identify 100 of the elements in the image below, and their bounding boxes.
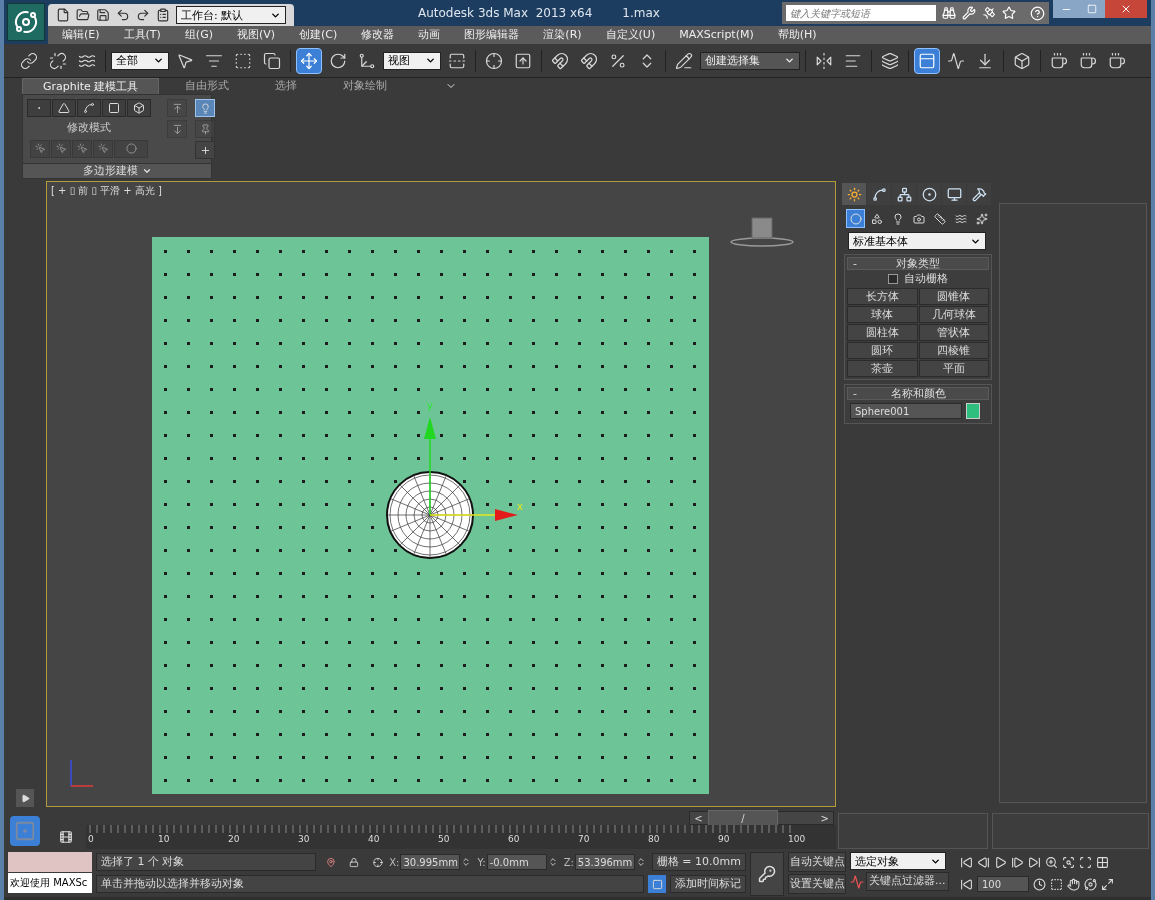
primitive-button[interactable]: 圆柱体 bbox=[847, 324, 918, 341]
step-back-icon[interactable] bbox=[977, 855, 990, 869]
move-button[interactable] bbox=[296, 47, 322, 74]
time-tag-label[interactable]: 添加时间标记 bbox=[670, 875, 746, 893]
panel-button[interactable] bbox=[914, 47, 940, 74]
primitive-button[interactable]: 长方体 bbox=[847, 288, 918, 305]
menu-item[interactable]: 帮助(H) bbox=[777, 26, 817, 44]
set-key-mode-button[interactable]: 设置关键点 bbox=[788, 874, 846, 894]
object-name-field[interactable]: Sphere001 bbox=[850, 403, 962, 419]
coordinate-field[interactable]: 30.995mm bbox=[400, 854, 461, 870]
ribbon-tab[interactable]: Graphite 建模工具 bbox=[22, 78, 160, 94]
menu-item[interactable]: 动画 bbox=[418, 26, 441, 44]
primitive-type-dropdown[interactable]: 标准基本体 bbox=[848, 232, 986, 250]
menu-item[interactable]: 创建(C) bbox=[299, 26, 338, 44]
modify-button[interactable] bbox=[93, 139, 113, 158]
key-filters-button[interactable]: 关键点过滤器... bbox=[866, 872, 949, 891]
x-axis-arrow[interactable] bbox=[429, 509, 518, 521]
primitive-button[interactable]: 球体 bbox=[847, 306, 918, 323]
maximize-viewport-icon[interactable] bbox=[1101, 877, 1114, 891]
coordinate-field[interactable]: -0.0mm bbox=[486, 854, 547, 870]
ribbon-tab[interactable]: 对象绘制 bbox=[323, 78, 408, 94]
hammer-tab[interactable] bbox=[967, 183, 991, 205]
time-tag-toggle[interactable] bbox=[648, 875, 666, 893]
menu-item[interactable]: MAXScript(M) bbox=[679, 26, 754, 44]
satellite-icon[interactable] bbox=[981, 6, 996, 20]
primitive-button[interactable]: 管状体 bbox=[918, 324, 989, 341]
stack-up-button[interactable] bbox=[167, 99, 187, 117]
rollout-title[interactable]: 名称和颜色 bbox=[862, 388, 988, 399]
subobject-button[interactable] bbox=[52, 99, 76, 117]
expand-button[interactable] bbox=[16, 789, 34, 807]
coordinate-field[interactable]: 53.396mm bbox=[574, 854, 635, 870]
pin-icon[interactable] bbox=[325, 855, 336, 869]
folder-icon[interactable] bbox=[76, 8, 90, 22]
menu-item[interactable]: 图形编辑器 bbox=[464, 26, 520, 44]
menu-item[interactable]: 组(G) bbox=[184, 26, 213, 44]
toolbar-dropdown[interactable]: 创建选择集 bbox=[700, 51, 800, 70]
auto-key-button[interactable]: 自动关键点 bbox=[788, 852, 846, 872]
slider-next[interactable]: > bbox=[816, 810, 833, 826]
step-forward-icon[interactable] bbox=[1011, 855, 1024, 869]
binoculars-icon[interactable] bbox=[941, 6, 956, 20]
star-icon[interactable] bbox=[1001, 6, 1016, 20]
wireframe-sphere[interactable] bbox=[386, 471, 474, 559]
menu-item[interactable]: 渲染(R) bbox=[543, 26, 582, 44]
workspace-dropdown[interactable]: 工作台: 默认 bbox=[176, 6, 286, 24]
modify-button[interactable] bbox=[114, 139, 148, 158]
primitive-button[interactable]: 圆锥体 bbox=[918, 288, 989, 305]
spinner-icon[interactable] bbox=[547, 857, 558, 867]
clipboard-icon[interactable] bbox=[156, 8, 170, 22]
menu-item[interactable]: 修改器 bbox=[361, 26, 395, 44]
wrench-icon[interactable] bbox=[961, 6, 976, 20]
frame-field[interactable]: 100 bbox=[977, 876, 1029, 892]
toolbar-dropdown[interactable]: 视图 bbox=[383, 51, 441, 70]
subobject-button[interactable] bbox=[77, 99, 101, 117]
search-field[interactable]: 键入关键字或短语 bbox=[785, 5, 936, 21]
primitive-button[interactable]: 茶壶 bbox=[847, 360, 918, 377]
skip-forward-icon[interactable] bbox=[1028, 855, 1041, 869]
object-color-swatch[interactable] bbox=[966, 403, 980, 419]
subobject-button[interactable] bbox=[127, 99, 151, 117]
primitive-button[interactable]: 平面 bbox=[918, 360, 989, 377]
target-tab[interactable] bbox=[917, 183, 941, 205]
rollout-toggle[interactable]: - bbox=[848, 388, 862, 399]
undo-icon[interactable] bbox=[116, 8, 130, 22]
zoom-all-icon[interactable] bbox=[1062, 855, 1075, 869]
spinner-icon[interactable] bbox=[635, 857, 646, 867]
curve-editor-icon[interactable] bbox=[59, 830, 73, 844]
slider-prev[interactable]: < bbox=[690, 810, 707, 826]
zoom-extents-icon[interactable] bbox=[1079, 855, 1092, 869]
menu-item[interactable]: 自定义(U) bbox=[605, 26, 656, 44]
menu-item[interactable]: 工具(T) bbox=[123, 26, 161, 44]
star-burst-tab[interactable] bbox=[842, 183, 866, 205]
lock-icon[interactable] bbox=[349, 855, 360, 869]
spinner-icon[interactable] bbox=[461, 857, 472, 867]
zoom-icon[interactable] bbox=[1045, 855, 1058, 869]
redo-icon[interactable] bbox=[136, 8, 150, 22]
menu-item[interactable]: 编辑(E) bbox=[62, 26, 100, 44]
listener-input[interactable] bbox=[8, 852, 92, 872]
ribbon-tab[interactable]: 选择 bbox=[255, 78, 318, 94]
rollout-title[interactable]: 对象类型 bbox=[862, 258, 988, 269]
time-slider[interactable]: < / > bbox=[689, 811, 834, 825]
modify-button[interactable] bbox=[30, 139, 50, 158]
hierarchy-tab[interactable] bbox=[892, 183, 916, 205]
new-file-icon[interactable] bbox=[56, 8, 70, 22]
y-axis-arrow[interactable] bbox=[424, 417, 436, 516]
primitive-button[interactable]: 圆环 bbox=[847, 342, 918, 359]
listener-output[interactable]: 欢迎使用 MAXSc bbox=[8, 873, 92, 893]
curve-tab[interactable] bbox=[867, 183, 891, 205]
modify-button[interactable] bbox=[72, 139, 92, 158]
save-icon[interactable] bbox=[96, 8, 110, 22]
time-config-icon[interactable] bbox=[1033, 877, 1046, 891]
play-icon[interactable] bbox=[994, 855, 1007, 869]
primitive-button[interactable]: 几何球体 bbox=[918, 306, 989, 323]
primitive-button[interactable]: 四棱锥 bbox=[918, 342, 989, 359]
auto-grid-checkbox[interactable] bbox=[888, 274, 898, 284]
viewcube-drawing[interactable] bbox=[729, 214, 795, 248]
pan-icon[interactable] bbox=[1067, 877, 1080, 891]
modify-button[interactable] bbox=[51, 139, 71, 158]
skip-back-icon[interactable] bbox=[960, 855, 973, 869]
app-menu-button[interactable] bbox=[7, 3, 45, 41]
grid-zoom-icon[interactable] bbox=[1096, 855, 1109, 869]
viewport-label[interactable]: [ + ▯ 前 ▯ 平滑 + 高光 ] bbox=[51, 183, 162, 198]
